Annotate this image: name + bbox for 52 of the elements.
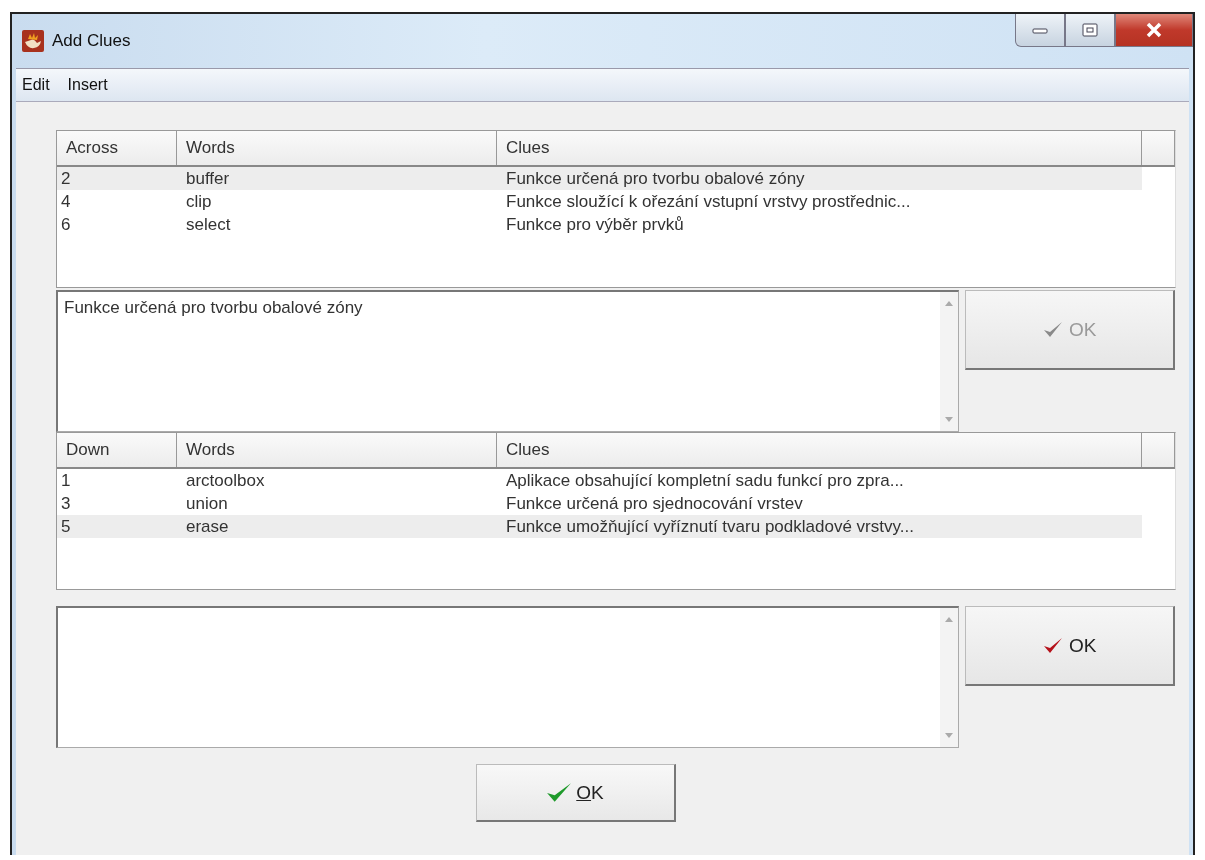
menu-item[interactable]: Edit	[22, 76, 50, 94]
column-header[interactable]: Words	[177, 131, 497, 165]
scrollbar[interactable]	[940, 608, 959, 747]
list-row[interactable]: 4 clip Funkce sloužící k ořezání vstupní vrstvy prostřednic...	[57, 190, 1175, 213]
checkmark-icon	[1042, 320, 1063, 339]
clue-cell-text: Aplikace obsahující kompletní sadu funkcí pro zpra...	[505, 470, 905, 491]
word-cell-text: erase	[185, 516, 230, 537]
maximize-button[interactable]	[1065, 14, 1115, 47]
word-cell-text: arctoolbox	[185, 470, 266, 491]
ok-button[interactable]: OK	[965, 606, 1175, 686]
maximize-icon	[1080, 22, 1100, 38]
clue-cell-text: Funkce pro výběr prvků	[505, 214, 685, 235]
minimize-button[interactable]	[1015, 14, 1065, 47]
scrollbar[interactable]	[940, 292, 959, 431]
number-cell-text: 5	[60, 516, 72, 537]
list-row[interactable]: 1 arctoolbox Aplikace obsahující kompletní sadu funkcí pro zpra...	[57, 469, 1175, 492]
ok-button[interactable]: OK	[475, 764, 676, 822]
scroll-up-icon[interactable]	[945, 616, 954, 622]
scroll-down-icon[interactable]	[945, 417, 954, 423]
list-row[interactable]: 2 buffer Funkce určená pro tvorbu obalové zóny	[57, 167, 1142, 190]
list-row[interactable]: 5 erase Funkce umožňující vyříznutí tvaru podkladové vrstvy...	[57, 515, 1142, 538]
checkmark-icon	[546, 781, 573, 804]
number-cell-text: 2	[60, 168, 72, 189]
clue-cell-text: Funkce určená pro tvorbu obalové zóny	[505, 168, 806, 189]
clue-text-field[interactable]: Funkce určená pro tvorbu obalové zóny	[56, 290, 960, 432]
list-row[interactable]: 6 select Funkce pro výběr prvků	[57, 213, 1175, 236]
column-header[interactable]: Down	[57, 433, 177, 467]
scroll-up-icon[interactable]	[945, 300, 954, 306]
hand-icon	[22, 30, 44, 52]
column-header[interactable]: Clues	[497, 131, 1142, 165]
number-cell-text: 3	[60, 493, 72, 514]
menu-item[interactable]: Insert	[67, 76, 108, 94]
column-header[interactable]: Words	[177, 433, 497, 467]
list-row[interactable]: 3 union Funkce určená pro sjednocování vrstev	[57, 492, 1175, 515]
checkmark-icon	[1042, 636, 1063, 655]
word-cell-text: union	[185, 493, 229, 514]
clue-text-field[interactable]	[56, 606, 960, 748]
clue-cell-text: Funkce sloužící k ořezání vstupní vrstvy prostřednic...	[505, 191, 912, 212]
word-cell-text: select	[185, 214, 232, 235]
close-button[interactable]	[1115, 14, 1193, 47]
number-cell-text: 4	[60, 191, 72, 212]
column-header[interactable]: Clues	[497, 433, 1142, 467]
column-header[interactable]: Across	[57, 131, 177, 165]
scroll-down-icon[interactable]	[945, 733, 954, 739]
number-cell-text: 1	[60, 470, 72, 491]
clue-cell-text: Funkce umožňující vyříznutí tvaru podkladové vrstvy...	[505, 516, 915, 537]
clue-cell-text: Funkce určená pro sjednocování vrstev	[505, 493, 804, 514]
word-cell-text: buffer	[185, 168, 231, 189]
close-icon	[1144, 22, 1164, 38]
window-title: Add Clues	[52, 31, 131, 51]
number-cell-text: 6	[60, 214, 72, 235]
word-cell-text: clip	[185, 191, 213, 212]
